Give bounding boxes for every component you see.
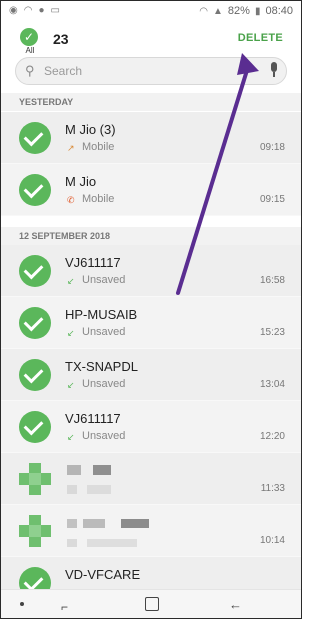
status-right: ◠ ▲ 82% ▮ 08:40	[199, 5, 293, 17]
call-time: 16:58	[259, 275, 285, 286]
location-icon: ●	[38, 5, 45, 16]
call-time: 09:15	[259, 194, 285, 205]
caller-name: M Jio	[65, 174, 97, 189]
nav-dot-icon[interactable]	[20, 602, 24, 606]
call-time: 13:04	[259, 379, 285, 390]
blurred-avatar	[19, 463, 51, 495]
wifi-signal-icon: ◠	[199, 5, 209, 17]
home-icon[interactable]	[145, 597, 159, 611]
call-type: Mobile	[82, 141, 115, 153]
blurred-name	[121, 519, 149, 528]
wifi-icon: ◠	[23, 5, 33, 16]
status-time: 08:40	[265, 5, 293, 17]
call-log-item[interactable]: M Jio ✆ Mobile 09:15	[1, 164, 301, 216]
battery-percent: 82%	[227, 5, 250, 17]
caller-name: TX-SNAPDL	[65, 359, 138, 374]
selected-check-icon[interactable]	[19, 122, 51, 154]
call-log-item[interactable]: 10:14	[1, 505, 301, 557]
selected-check-icon[interactable]	[19, 411, 51, 443]
incoming-call-icon: ↙	[67, 380, 75, 390]
call-log-item[interactable]: HP-MUSAIB ↙ Unsaved 15:23	[1, 297, 301, 349]
blurred-subtitle	[87, 485, 111, 494]
call-time: 09:18	[259, 142, 285, 153]
selected-check-icon[interactable]	[19, 174, 51, 206]
selection-bar: ✓ All 23 DELETE	[1, 23, 301, 55]
app-screen: ◉ ◠ ● ▭ ◠ ▲ 82% ▮ 08:40 ✓ All 23 DELETE …	[0, 0, 302, 619]
status-left-icons: ◉ ◠ ● ▭	[9, 5, 60, 16]
incoming-call-icon: ↙	[67, 276, 75, 286]
section-label: YESTERDAY	[19, 97, 74, 107]
call-type: Unsaved	[82, 430, 126, 442]
recent-apps-icon[interactable]: ⌐	[61, 600, 68, 614]
blurred-subtitle	[67, 485, 77, 494]
select-all-check-icon: ✓	[20, 28, 38, 46]
select-all-label: All	[25, 46, 35, 55]
search-input[interactable]: Search	[44, 64, 82, 78]
call-log-item[interactable]: TX-SNAPDL ↙ Unsaved 13:04	[1, 349, 301, 401]
select-all-toggle[interactable]: ✓ All	[18, 28, 42, 55]
search-bar[interactable]: ⚲ Search	[15, 57, 287, 85]
caller-name: HP-MUSAIB	[65, 307, 138, 322]
call-log-item[interactable]: VJ611117 ↙ Unsaved 12:20	[1, 401, 301, 453]
call-time: 12:20	[259, 431, 285, 442]
caller-name: M Jio (3)	[65, 122, 116, 137]
selected-check-icon[interactable]	[19, 307, 51, 339]
call-time: 10:14	[259, 535, 285, 546]
status-bar: ◉ ◠ ● ▭ ◠ ▲ 82% ▮ 08:40	[1, 1, 301, 23]
whatsapp-icon: ◉	[9, 5, 18, 16]
signal-icon: ▲	[213, 5, 223, 17]
incoming-call-icon: ↙	[67, 432, 75, 442]
selected-check-icon[interactable]	[19, 359, 51, 391]
blurred-subtitle	[67, 539, 77, 547]
call-type: Unsaved	[82, 274, 126, 286]
blurred-name	[67, 465, 81, 475]
blurred-name	[93, 465, 111, 475]
call-type: Unsaved	[82, 378, 126, 390]
selected-count: 23	[53, 31, 69, 47]
call-log-item[interactable]: 11:33	[1, 453, 301, 505]
call-time: 15:23	[259, 327, 285, 338]
call-log-item[interactable]: VJ611117 ↙ Unsaved 16:58	[1, 245, 301, 297]
blurred-avatar	[19, 515, 51, 547]
call-type: Unsaved	[82, 326, 126, 338]
caller-name: VJ611117	[65, 411, 121, 426]
delete-button[interactable]: DELETE	[238, 32, 283, 44]
system-nav-bar: ⌐ ←	[1, 589, 301, 618]
call-log-item[interactable]: M Jio (3) ↗ Mobile 09:18	[1, 112, 301, 164]
outgoing-call-icon: ↗	[67, 143, 75, 153]
search-icon: ⚲	[25, 63, 35, 78]
section-header-date: 12 SEPTEMBER 2018	[1, 227, 301, 245]
selected-check-icon[interactable]	[19, 255, 51, 287]
incoming-call-icon: ↙	[67, 328, 75, 338]
microphone-icon[interactable]	[269, 62, 279, 78]
section-header-yesterday: YESTERDAY	[1, 93, 301, 111]
blurred-name	[67, 519, 77, 528]
section-label: 12 SEPTEMBER 2018	[19, 231, 111, 241]
blurred-name	[83, 519, 105, 528]
back-icon[interactable]: ←	[229, 597, 242, 612]
caller-name: VD-VFCARE	[65, 567, 141, 582]
caller-name: VJ611117	[65, 255, 121, 270]
missed-call-icon: ✆	[67, 195, 75, 205]
blurred-subtitle	[87, 539, 137, 547]
battery-icon: ▮	[254, 5, 261, 17]
sim-icon: ▭	[50, 5, 60, 16]
call-type: Mobile	[82, 193, 115, 205]
call-time: 11:33	[260, 483, 285, 494]
